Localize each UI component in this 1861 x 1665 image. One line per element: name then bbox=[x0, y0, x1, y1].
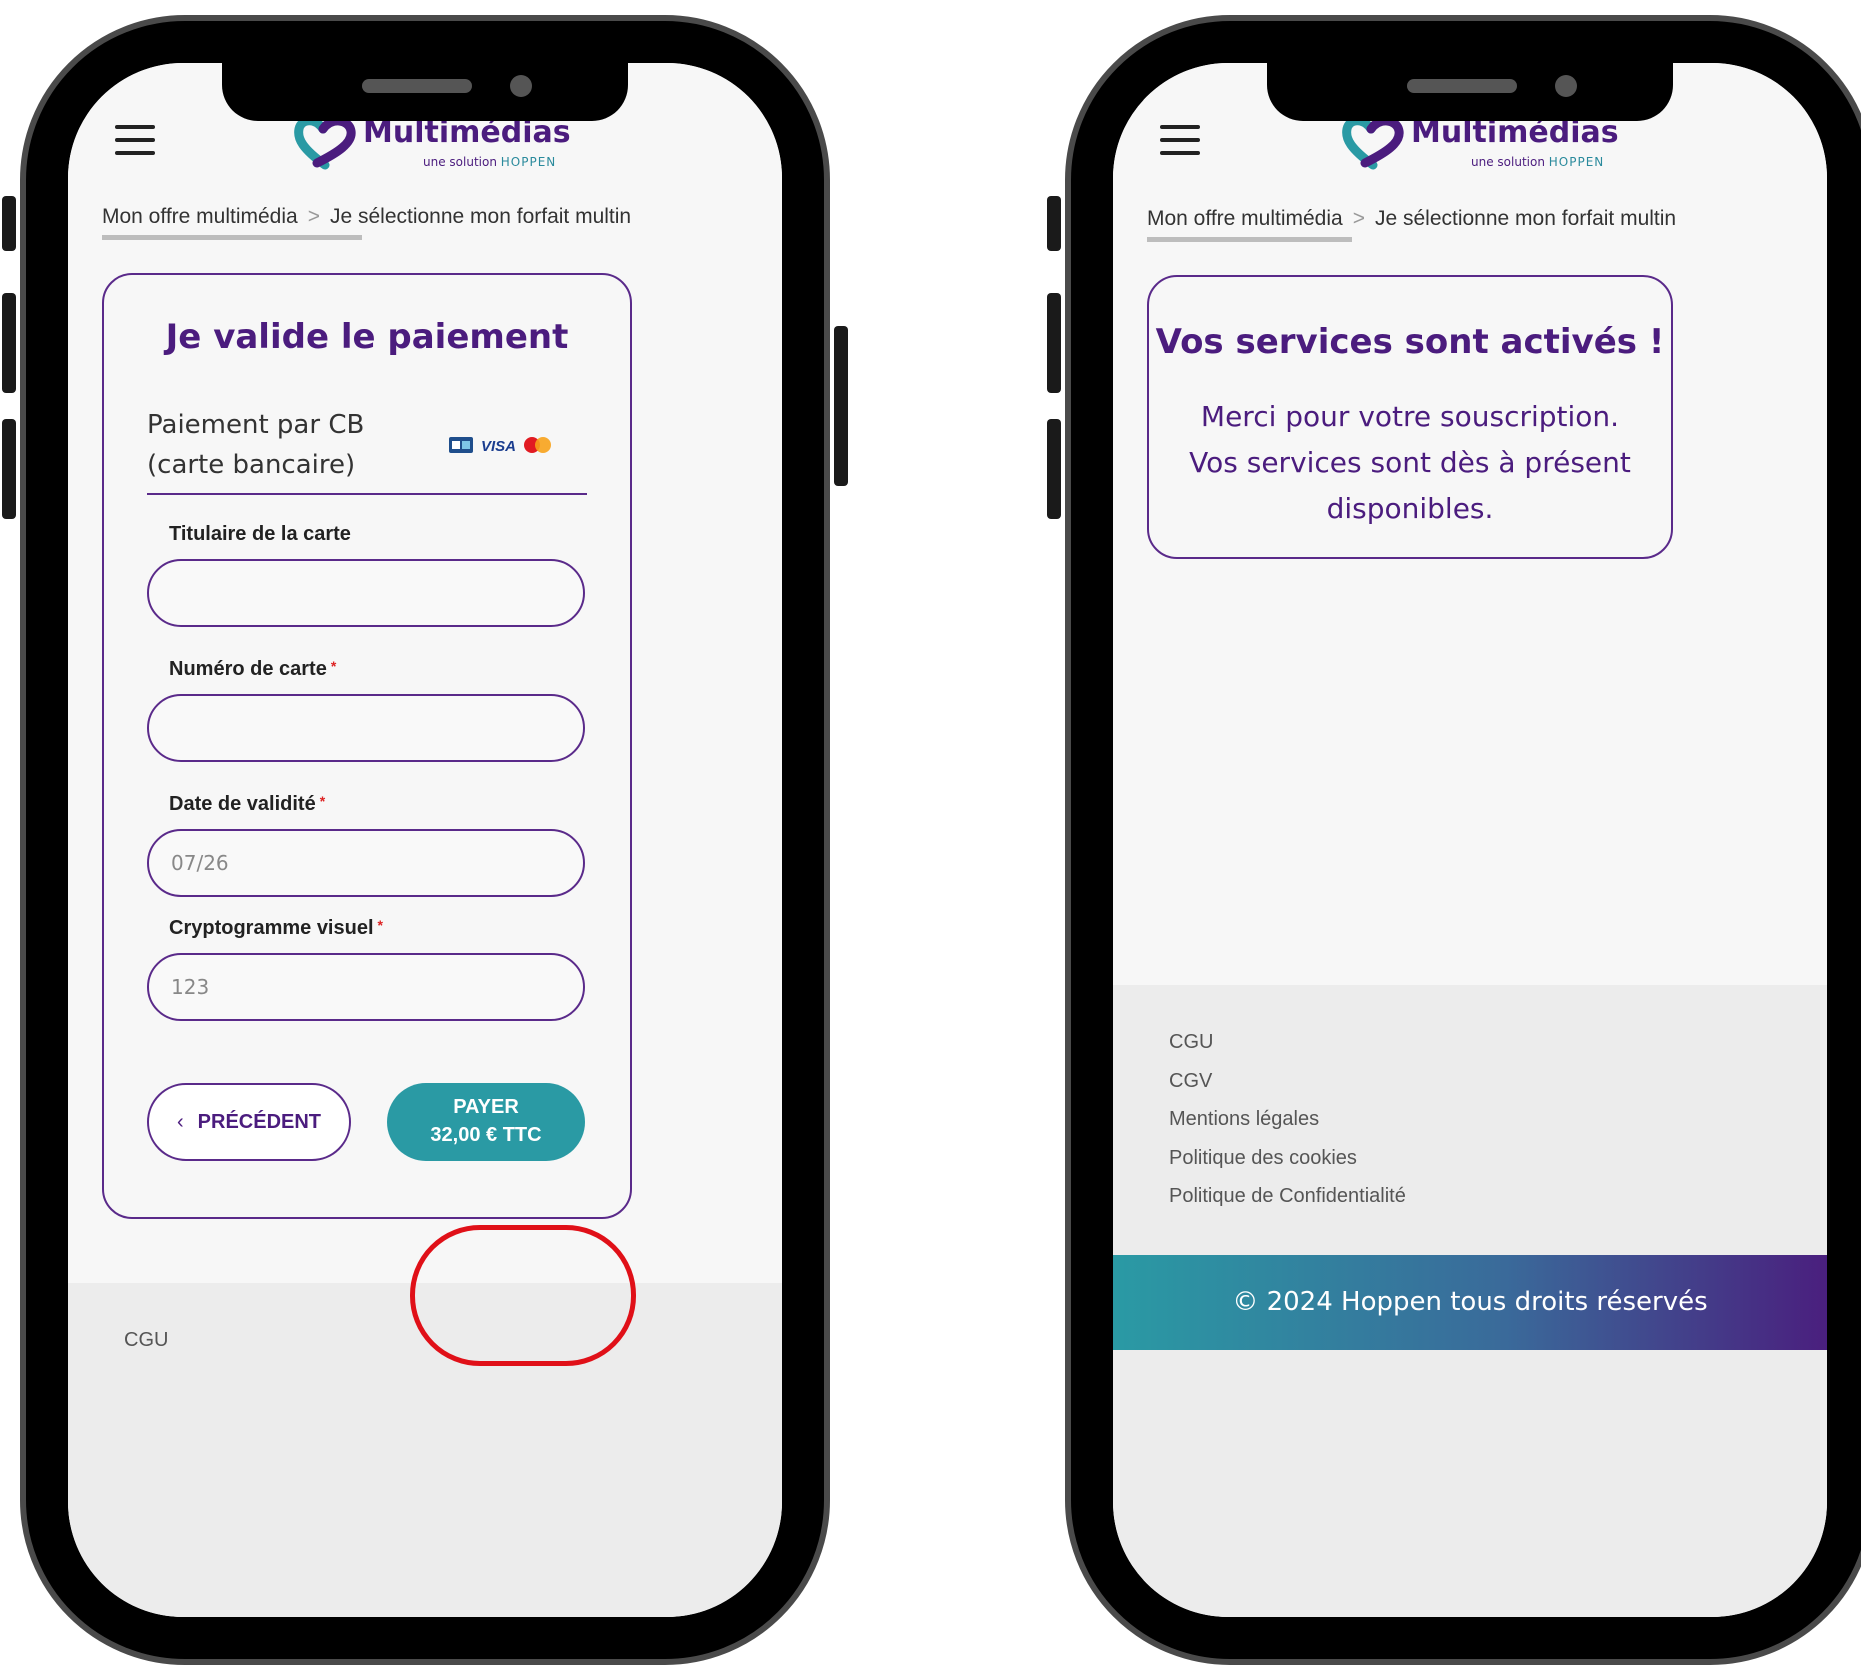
expiry-label: Date de validité * bbox=[169, 793, 326, 815]
breadcrumb-separator: > bbox=[1352, 207, 1365, 230]
brand-logo[interactable]: Multimédias une solution HOPPEN bbox=[1341, 115, 1641, 195]
card-logos: VISA bbox=[449, 433, 559, 461]
menu-icon[interactable] bbox=[1160, 125, 1200, 155]
confirmation-message: Merci pour votre souscription. Vos servi… bbox=[1189, 400, 1631, 525]
confirmation-card: Vos services sont activés ! Merci pour v… bbox=[1147, 275, 1673, 559]
payment-card: Je valide le paiement Paiement par CB (c… bbox=[102, 273, 632, 1219]
breadcrumb-item-offer[interactable]: Mon offre multimédia bbox=[1147, 207, 1343, 230]
chevron-left-icon: ‹ bbox=[176, 1111, 184, 1133]
divider bbox=[147, 493, 587, 495]
heart-logo-icon bbox=[1342, 116, 1404, 170]
brand-tagline: une solution HOPPEN bbox=[423, 155, 557, 169]
heart-logo-icon bbox=[294, 116, 356, 170]
holder-label: Titulaire de la carte bbox=[169, 523, 351, 545]
payment-screen: Multimédias une solution HOPPEN Mon offr… bbox=[68, 63, 782, 1617]
phone-side-button bbox=[1047, 293, 1061, 393]
footer-link-cgu[interactable]: CGU bbox=[124, 1329, 168, 1352]
breadcrumb-underline bbox=[1147, 237, 1352, 242]
breadcrumb-separator: > bbox=[307, 205, 320, 228]
cb-icon bbox=[449, 437, 473, 453]
phone-notch bbox=[1267, 63, 1673, 121]
breadcrumb: Mon offre multimédia > Je sélectionne mon … bbox=[102, 205, 702, 229]
phone-frame-payment: Multimédias une solution HOPPEN Mon offr… bbox=[2, 15, 848, 1665]
card-number-label: Numéro de carte * bbox=[169, 658, 337, 680]
phone-side-button bbox=[2, 196, 16, 251]
mastercard-icon bbox=[524, 437, 551, 453]
phone-side-button bbox=[2, 293, 16, 393]
phone-side-button bbox=[1047, 196, 1061, 251]
site-footer: CGU CGV Mentions légales Politique des c… bbox=[1113, 985, 1827, 1617]
pay-button[interactable]: PAYER 32,00 € TTC bbox=[387, 1083, 585, 1161]
phone-notch bbox=[222, 63, 628, 121]
breadcrumb-item-plan[interactable]: Je sélectionne mon forfait multin bbox=[1375, 207, 1676, 230]
menu-icon[interactable] bbox=[115, 125, 155, 155]
footer-link-legal[interactable]: Mentions légales bbox=[1169, 1108, 1319, 1131]
footer-link-cgv[interactable]: CGV bbox=[1169, 1070, 1212, 1093]
previous-button[interactable]: ‹ PRÉCÉDENT bbox=[147, 1083, 351, 1161]
page-title: Vos services sont activés ! bbox=[1155, 322, 1665, 362]
breadcrumb-item-plan[interactable]: Je sélectionne mon forfait multin bbox=[330, 205, 631, 228]
page-title: Je valide le paiement bbox=[165, 317, 569, 357]
payment-method-label: Paiement par CB (carte bancaire) bbox=[147, 410, 365, 481]
brand-tagline: une solution HOPPEN bbox=[1471, 155, 1605, 169]
breadcrumb-item-offer[interactable]: Mon offre multimédia bbox=[102, 205, 298, 228]
breadcrumb: Mon offre multimédia > Je sélectionne mon … bbox=[1147, 207, 1747, 231]
pay-button-highlight bbox=[410, 1225, 636, 1366]
footer-link-cgu[interactable]: CGU bbox=[1169, 1031, 1213, 1054]
visa-icon: VISA bbox=[481, 438, 516, 455]
phone-side-button bbox=[2, 419, 16, 519]
footer-link-privacy[interactable]: Politique de Confidentialité bbox=[1169, 1185, 1406, 1208]
card-number-input[interactable] bbox=[147, 694, 585, 762]
phone-side-button bbox=[1047, 419, 1061, 519]
cvv-input[interactable]: 123 bbox=[147, 953, 585, 1021]
cvv-label: Cryptogramme visuel * bbox=[169, 917, 383, 939]
phone-frame-confirmation: Multimédias une solution HOPPEN Mon offr… bbox=[1047, 15, 1861, 1665]
copyright-bar: © 2024 Hoppen tous droits réservés bbox=[1113, 1255, 1827, 1350]
card-holder-input[interactable] bbox=[147, 559, 585, 627]
breadcrumb-underline bbox=[102, 235, 362, 240]
brand-logo[interactable]: Multimédias une solution HOPPEN bbox=[293, 115, 593, 195]
phone-side-button bbox=[834, 326, 848, 486]
expiry-input[interactable]: 07/26 bbox=[147, 829, 585, 897]
confirmation-screen: Multimédias une solution HOPPEN Mon offr… bbox=[1113, 63, 1827, 1617]
footer-link-cookies[interactable]: Politique des cookies bbox=[1169, 1147, 1357, 1170]
